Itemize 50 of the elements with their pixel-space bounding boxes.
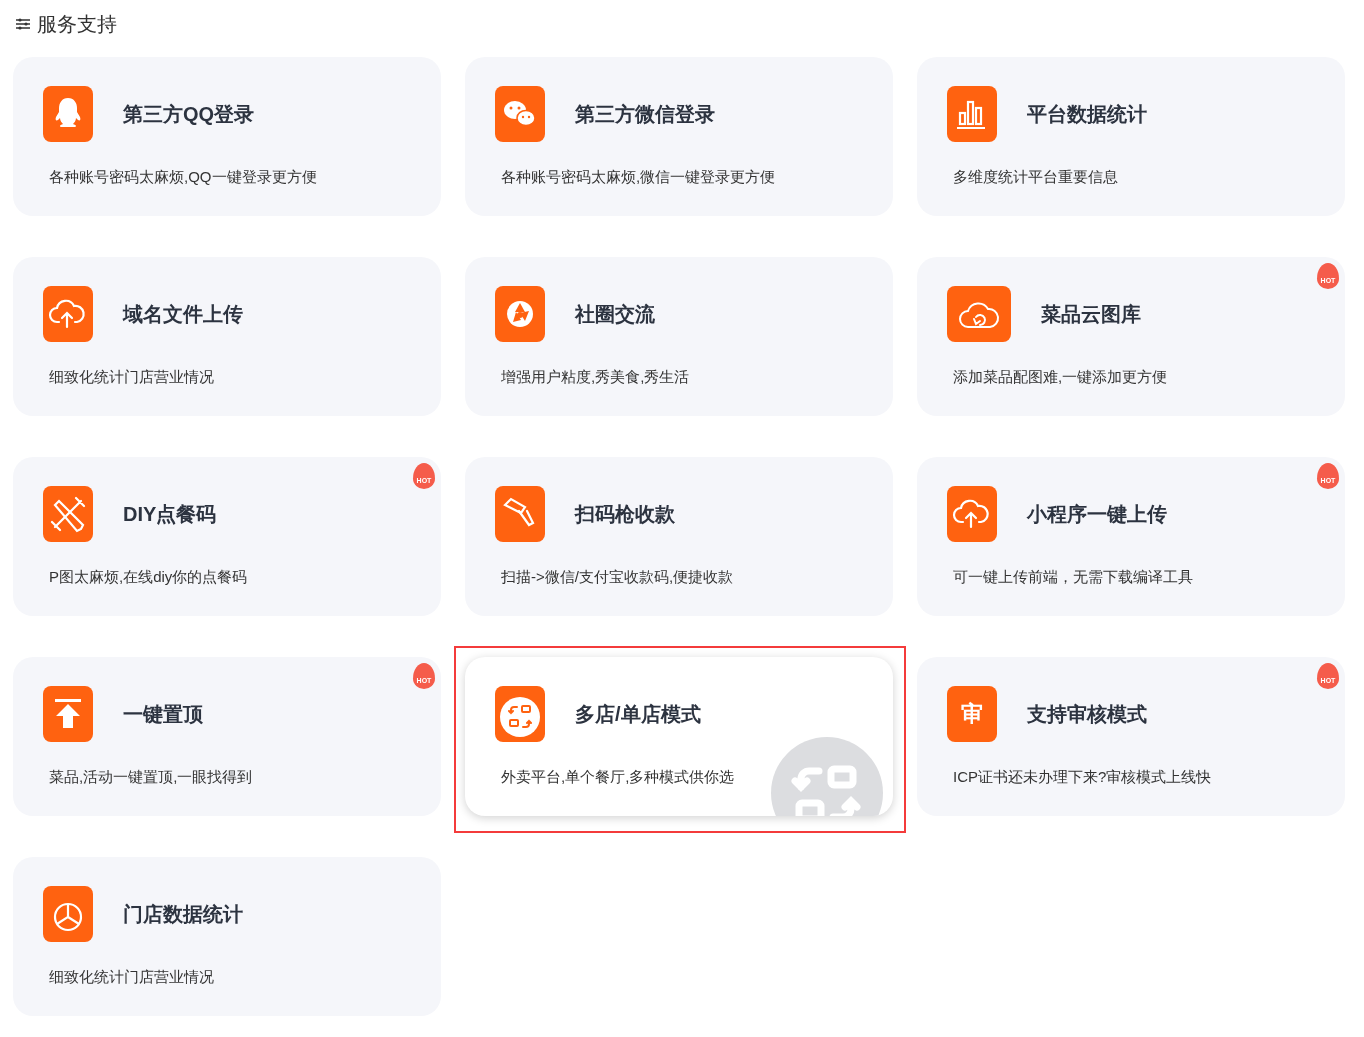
card-title: 一键置顶 [123, 701, 203, 727]
chat-bubbles-icon [495, 86, 545, 142]
pin-top-icon [43, 686, 93, 742]
card-description: 各种账号密码太麻烦,微信一键登录更方便 [500, 168, 777, 187]
card-title: DIY点餐码 [123, 501, 217, 527]
card-title: 多店/单店模式 [575, 701, 701, 727]
service-card[interactable]: 第三方QQ登录 各种账号密码太麻烦,QQ一键登录更方便 [13, 57, 441, 216]
service-card[interactable]: 平台数据统计 多维度统计平台重要信息 [917, 57, 1345, 216]
penguin-icon [43, 86, 93, 142]
card-description: 扫描->微信/支付宝收款码,便捷收款 [500, 568, 735, 587]
card-title: 支持审核模式 [1027, 701, 1147, 727]
scanner-icon [495, 486, 545, 542]
card-title: 小程序一键上传 [1027, 501, 1167, 527]
card-title: 域名文件上传 [123, 301, 243, 327]
card-description: 细致化统计门店营业情况 [48, 968, 215, 987]
service-icon: 审 [947, 686, 997, 742]
card-description: 细致化统计门店营业情况 [48, 368, 215, 387]
card-description: 各种账号密码太麻烦,QQ一键登录更方便 [48, 168, 318, 187]
swap-icon [771, 737, 883, 816]
card-title: 社圈交流 [575, 301, 655, 327]
service-card[interactable]: 第三方微信登录 各种账号密码太麻烦,微信一键登录更方便 [465, 57, 893, 216]
aperture-icon [495, 286, 545, 342]
card-description: 添加菜品配图难,一键添加更方便 [952, 368, 1169, 387]
card-title: 平台数据统计 [1027, 101, 1147, 127]
cloud-upload-icon [947, 486, 997, 542]
cloud-download-icon [947, 286, 1011, 342]
card-description: P图太麻烦,在线diy你的点餐码 [48, 568, 249, 587]
card-description: 增强用户粘度,秀美食,秀生活 [500, 368, 691, 387]
card-description: ICP证书还未办理下来?审核模式上线快 [952, 768, 1213, 787]
service-card[interactable]: 多店/单店模式 外卖平台,单个餐厅,多种模式供你选 [465, 657, 893, 816]
card-description: 可一键上传前端，无需下载编译工具 [952, 568, 1194, 587]
card-description: 外卖平台,单个餐厅,多种模式供你选 [500, 768, 736, 787]
card-description: 多维度统计平台重要信息 [952, 168, 1119, 187]
service-card[interactable]: 域名文件上传 细致化统计门店营业情况 [13, 257, 441, 416]
card-title: 菜品云图库 [1041, 301, 1141, 327]
bar-chart-icon [947, 86, 997, 142]
filter-icon [15, 17, 31, 31]
service-card[interactable]: 社圈交流 增强用户粘度,秀美食,秀生活 [465, 257, 893, 416]
section-title: 服务支持 [37, 11, 117, 37]
card-description: 菜品,活动一键置顶,一眼找得到 [48, 768, 254, 787]
card-title: 第三方QQ登录 [123, 101, 255, 127]
card-title: 扫码枪收款 [575, 501, 675, 527]
card-title: 门店数据统计 [123, 901, 243, 927]
cloud-upload-icon [43, 286, 93, 342]
service-card[interactable]: 门店数据统计 细致化统计门店营业情况 [13, 857, 441, 1016]
ruler-pencil-icon [43, 486, 93, 542]
swap-icon [495, 686, 545, 742]
service-card[interactable]: 扫码枪收款 扫描->微信/支付宝收款码,便捷收款 [465, 457, 893, 616]
pie-chart-icon [43, 886, 93, 942]
card-title: 第三方微信登录 [575, 101, 715, 127]
